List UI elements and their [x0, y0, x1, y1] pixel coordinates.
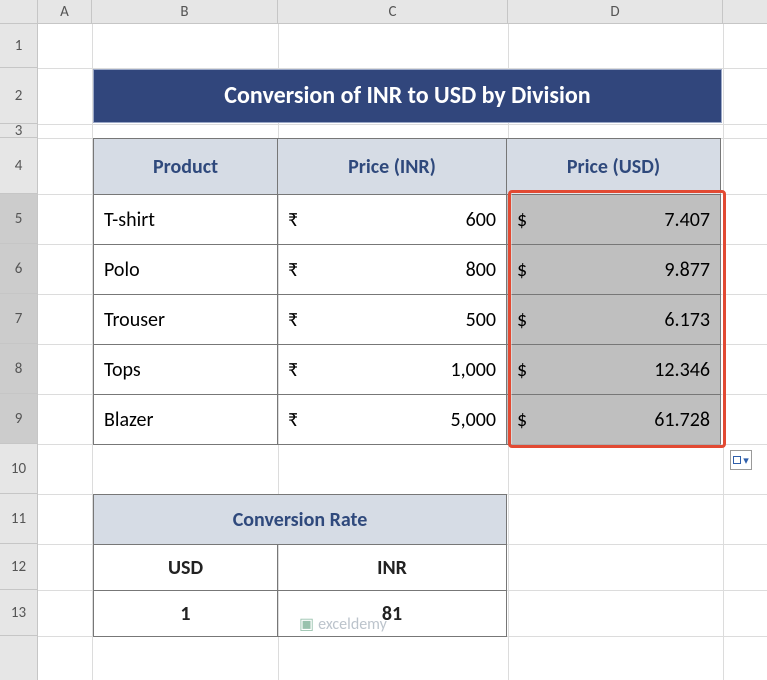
col-header-next[interactable] — [723, 0, 767, 23]
table-row[interactable]: T-shirt ₹600 $7.407 — [94, 195, 721, 245]
main-table: Product Price (INR) Price (USD) T-shirt … — [93, 138, 721, 445]
cell-product[interactable]: Polo — [94, 245, 278, 295]
cell-product[interactable]: Blazer — [94, 395, 278, 445]
table-row[interactable]: Polo ₹800 $9.877 — [94, 245, 721, 295]
row-header-7[interactable]: 7 — [0, 294, 37, 344]
row-header-11[interactable]: 11 — [0, 494, 37, 544]
cell-inr[interactable]: ₹800 — [278, 245, 507, 295]
row-header-8[interactable]: 8 — [0, 344, 37, 394]
row-header-4[interactable]: 4 — [0, 138, 37, 194]
rate-header-inr[interactable]: INR — [278, 545, 507, 591]
cell-product[interactable]: Trouser — [94, 295, 278, 345]
col-header-A[interactable]: A — [38, 0, 92, 23]
page-title: Conversion of INR to USD by Division — [93, 69, 722, 123]
watermark-icon: ▣ — [299, 614, 314, 634]
cell-usd[interactable]: $12.346 — [507, 345, 721, 395]
row-header-5[interactable]: 5 — [0, 194, 37, 244]
watermark-text: exceldemy — [318, 615, 387, 634]
table-row[interactable]: Trouser ₹500 $6.173 — [94, 295, 721, 345]
cell-inr[interactable]: ₹500 — [278, 295, 507, 345]
worksheet-grid[interactable]: Conversion of INR to USD by Division Pro… — [38, 24, 767, 680]
row-header-14[interactable] — [0, 636, 37, 680]
row-header-1[interactable]: 1 — [0, 24, 37, 68]
row-header-10[interactable]: 10 — [0, 444, 37, 494]
autofill-options-button[interactable]: ▾ — [730, 450, 752, 470]
row-header-12[interactable]: 12 — [0, 544, 37, 590]
select-all-corner[interactable] — [0, 0, 38, 23]
rate-title[interactable]: Conversion Rate — [94, 495, 507, 545]
cell-usd[interactable]: $9.877 — [507, 245, 721, 295]
autofill-icon — [733, 456, 741, 464]
row-header-2[interactable]: 2 — [0, 68, 37, 124]
header-price-inr[interactable]: Price (INR) — [278, 139, 507, 195]
header-product[interactable]: Product — [94, 139, 278, 195]
cell-usd[interactable]: $7.407 — [507, 195, 721, 245]
table-row[interactable]: Tops ₹1,000 $12.346 — [94, 345, 721, 395]
rate-value-usd[interactable]: 1 — [94, 591, 278, 637]
row-header-3[interactable]: 3 — [0, 124, 37, 138]
cell-inr[interactable]: ₹600 — [278, 195, 507, 245]
row-header-9[interactable]: 9 — [0, 394, 37, 444]
cell-usd[interactable]: $6.173 — [507, 295, 721, 345]
header-price-usd[interactable]: Price (USD) — [507, 139, 721, 195]
cell-inr[interactable]: ₹5,000 — [278, 395, 507, 445]
col-header-D[interactable]: D — [508, 0, 723, 23]
col-header-C[interactable]: C — [278, 0, 508, 23]
cell-product[interactable]: T-shirt — [94, 195, 278, 245]
cell-product[interactable]: Tops — [94, 345, 278, 395]
watermark: ▣ exceldemy — [299, 614, 387, 634]
row-headers[interactable]: 1 2 3 4 5 6 7 8 9 10 11 12 13 — [0, 24, 38, 680]
table-row[interactable]: Blazer ₹5,000 $61.728 — [94, 395, 721, 445]
row-header-13[interactable]: 13 — [0, 590, 37, 636]
column-headers[interactable]: A B C D — [0, 0, 767, 24]
row-header-6[interactable]: 6 — [0, 244, 37, 294]
cell-inr[interactable]: ₹1,000 — [278, 345, 507, 395]
rate-header-usd[interactable]: USD — [94, 545, 278, 591]
cell-usd[interactable]: $61.728 — [507, 395, 721, 445]
col-header-B[interactable]: B — [92, 0, 278, 23]
